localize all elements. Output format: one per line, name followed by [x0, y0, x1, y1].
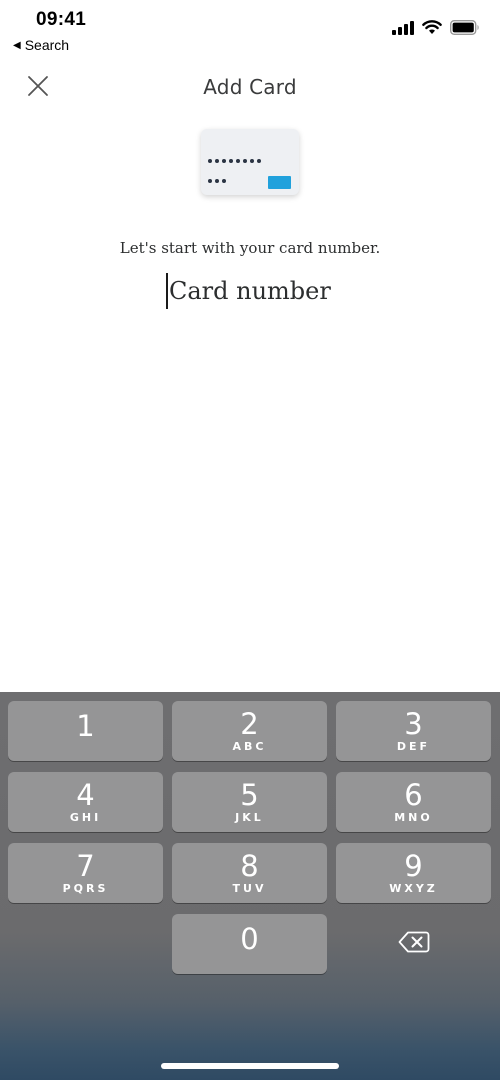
home-indicator[interactable] [161, 1063, 339, 1069]
key-5[interactable]: 5 JKL [172, 772, 327, 832]
key-4[interactable]: 4 GHI [8, 772, 163, 832]
wifi-icon [422, 20, 442, 39]
key-6[interactable]: 6 MNO [336, 772, 491, 832]
key-digit: 6 [404, 778, 423, 812]
key-letters: PQRS [62, 882, 109, 895]
numeric-keyboard: 1 2 ABC 3 DEF 4 GHI 5 JKL 6 MNO 7 PQRS 8… [0, 692, 500, 1080]
key-3[interactable]: 3 DEF [336, 701, 491, 761]
delete-key[interactable] [336, 914, 491, 974]
key-0[interactable]: 0 [172, 914, 327, 974]
status-bar: 09:41 ◀ Search [0, 0, 500, 60]
credit-card-icon [201, 129, 299, 195]
page-title: Add Card [203, 75, 297, 99]
key-letters: TUV [232, 882, 267, 895]
key-digit: 0 [240, 922, 259, 956]
text-caret [166, 273, 168, 309]
key-letters: JKL [235, 811, 264, 824]
backspace-icon [398, 931, 430, 957]
key-letters: MNO [394, 811, 433, 824]
key-letters: DEF [396, 740, 431, 753]
battery-icon [449, 19, 480, 39]
card-chip [268, 176, 291, 189]
key-digit: 5 [240, 778, 259, 812]
status-time: 09:41 [36, 9, 87, 30]
key-digit: 4 [76, 778, 95, 812]
card-cvv-dots [208, 179, 226, 183]
cellular-signal-icon [392, 20, 414, 39]
card-number-input[interactable] [169, 277, 334, 305]
key-letters: GHI [69, 811, 102, 824]
key-digit: 8 [240, 849, 259, 883]
status-icons [392, 19, 480, 39]
card-number-prompt: Let's start with your card number. [119, 239, 381, 257]
back-to-app-link[interactable]: ◀ Search [13, 37, 69, 53]
key-digit: 2 [240, 707, 259, 741]
key-1[interactable]: 1 [8, 701, 163, 761]
key-letters: ABC [232, 740, 267, 753]
key-digit: 1 [76, 709, 95, 743]
back-app-label: Search [24, 37, 70, 53]
key-digit: 3 [404, 707, 423, 741]
key-7[interactable]: 7 PQRS [8, 843, 163, 903]
key-9[interactable]: 9 WXYZ [336, 843, 491, 903]
card-number-dots [208, 159, 261, 163]
key-8[interactable]: 8 TUV [172, 843, 327, 903]
back-triangle-icon: ◀ [13, 39, 21, 51]
key-2[interactable]: 2 ABC [172, 701, 327, 761]
key-digit: 9 [404, 849, 423, 883]
key-digit: 7 [76, 849, 95, 883]
card-number-field[interactable] [0, 270, 500, 312]
key-letters: WXYZ [389, 882, 438, 895]
